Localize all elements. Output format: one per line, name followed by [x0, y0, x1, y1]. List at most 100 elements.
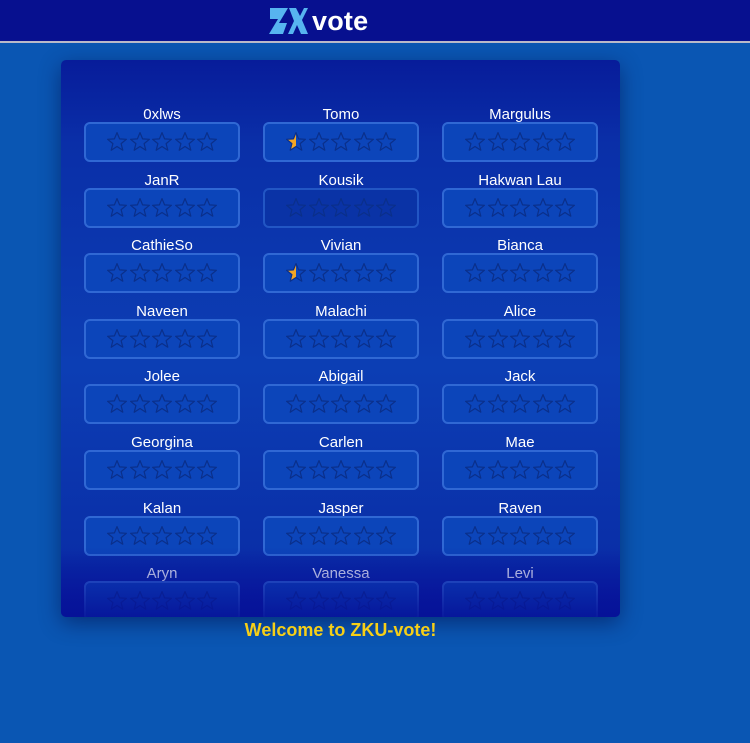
star-icon[interactable] — [307, 328, 330, 350]
star-rating[interactable] — [263, 187, 419, 228]
star-icon[interactable] — [375, 131, 398, 153]
star-icon[interactable] — [330, 590, 353, 612]
star-icon[interactable] — [554, 459, 577, 481]
star-icon[interactable] — [330, 525, 353, 547]
star-icon[interactable] — [531, 197, 554, 219]
star-icon[interactable] — [106, 525, 129, 547]
candidate-panel[interactable]: 0xlws Tomo Margulus JanR Kousik Hakwan Lau Cat… — [61, 60, 620, 617]
star-icon[interactable] — [531, 393, 554, 415]
star-icon[interactable] — [196, 262, 219, 284]
star-icon[interactable] — [196, 197, 219, 219]
star-icon[interactable] — [464, 590, 487, 612]
star-icon[interactable] — [151, 262, 174, 284]
star-rating[interactable] — [84, 187, 240, 228]
star-rating[interactable] — [263, 384, 419, 425]
star-icon[interactable] — [196, 590, 219, 612]
star-icon[interactable] — [285, 393, 308, 415]
star-icon[interactable] — [285, 525, 308, 547]
star-icon[interactable] — [464, 131, 487, 153]
star-icon[interactable] — [509, 328, 532, 350]
star-icon[interactable] — [531, 131, 554, 153]
star-icon[interactable] — [464, 328, 487, 350]
star-icon[interactable] — [106, 262, 129, 284]
star-icon[interactable] — [285, 131, 308, 153]
star-icon[interactable] — [486, 459, 509, 481]
star-icon[interactable] — [352, 525, 375, 547]
star-icon[interactable] — [330, 393, 353, 415]
star-rating[interactable] — [84, 253, 240, 294]
star-icon[interactable] — [196, 393, 219, 415]
star-icon[interactable] — [285, 262, 308, 284]
star-icon[interactable] — [151, 393, 174, 415]
star-icon[interactable] — [330, 459, 353, 481]
star-icon[interactable] — [128, 590, 151, 612]
star-icon[interactable] — [352, 262, 375, 284]
star-icon[interactable] — [554, 525, 577, 547]
star-icon[interactable] — [106, 197, 129, 219]
star-icon[interactable] — [352, 328, 375, 350]
star-icon[interactable] — [554, 328, 577, 350]
star-rating[interactable] — [263, 449, 419, 490]
star-icon[interactable] — [307, 525, 330, 547]
star-rating[interactable] — [442, 253, 598, 294]
star-icon[interactable] — [509, 262, 532, 284]
star-rating[interactable] — [263, 253, 419, 294]
star-icon[interactable] — [531, 328, 554, 350]
star-icon[interactable] — [128, 197, 151, 219]
star-icon[interactable] — [307, 262, 330, 284]
star-icon[interactable] — [375, 525, 398, 547]
star-icon[interactable] — [307, 197, 330, 219]
star-rating[interactable] — [84, 581, 240, 617]
star-icon[interactable] — [307, 459, 330, 481]
brand[interactable]: vote — [268, 4, 368, 38]
star-icon[interactable] — [352, 197, 375, 219]
star-icon[interactable] — [106, 131, 129, 153]
star-icon[interactable] — [173, 459, 196, 481]
star-icon[interactable] — [307, 590, 330, 612]
star-rating[interactable] — [263, 318, 419, 359]
star-icon[interactable] — [554, 590, 577, 612]
star-icon[interactable] — [151, 197, 174, 219]
star-icon[interactable] — [106, 393, 129, 415]
star-icon[interactable] — [509, 393, 532, 415]
star-icon[interactable] — [196, 131, 219, 153]
star-icon[interactable] — [352, 459, 375, 481]
star-rating[interactable] — [442, 187, 598, 228]
star-icon[interactable] — [464, 393, 487, 415]
star-icon[interactable] — [330, 328, 353, 350]
star-icon[interactable] — [486, 328, 509, 350]
star-icon[interactable] — [151, 459, 174, 481]
star-icon[interactable] — [486, 393, 509, 415]
star-icon[interactable] — [486, 131, 509, 153]
star-icon[interactable] — [352, 590, 375, 612]
star-icon[interactable] — [173, 131, 196, 153]
star-icon[interactable] — [486, 197, 509, 219]
star-icon[interactable] — [173, 197, 196, 219]
star-icon[interactable] — [330, 262, 353, 284]
star-icon[interactable] — [151, 525, 174, 547]
star-icon[interactable] — [173, 262, 196, 284]
star-icon[interactable] — [375, 459, 398, 481]
star-icon[interactable] — [173, 590, 196, 612]
star-rating[interactable] — [84, 384, 240, 425]
star-icon[interactable] — [486, 262, 509, 284]
star-icon[interactable] — [352, 393, 375, 415]
star-icon[interactable] — [196, 459, 219, 481]
star-icon[interactable] — [464, 197, 487, 219]
star-icon[interactable] — [375, 262, 398, 284]
star-icon[interactable] — [106, 590, 129, 612]
star-icon[interactable] — [509, 525, 532, 547]
star-rating[interactable] — [442, 122, 598, 162]
star-icon[interactable] — [196, 328, 219, 350]
star-icon[interactable] — [554, 197, 577, 219]
star-icon[interactable] — [509, 459, 532, 481]
star-icon[interactable] — [375, 590, 398, 612]
star-icon[interactable] — [151, 590, 174, 612]
star-icon[interactable] — [554, 262, 577, 284]
star-icon[interactable] — [128, 525, 151, 547]
star-icon[interactable] — [554, 131, 577, 153]
star-icon[interactable] — [128, 393, 151, 415]
star-rating[interactable] — [442, 515, 598, 556]
star-icon[interactable] — [285, 328, 308, 350]
star-icon[interactable] — [464, 525, 487, 547]
